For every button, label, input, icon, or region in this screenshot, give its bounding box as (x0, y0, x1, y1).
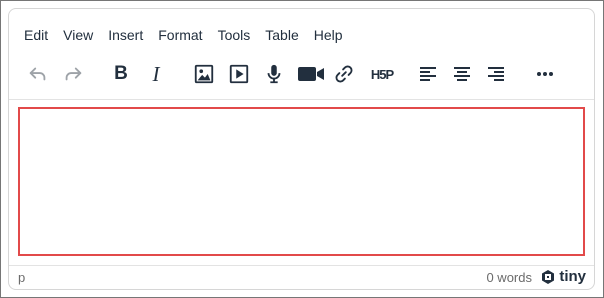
italic-button[interactable]: I (141, 59, 171, 89)
bold-icon: B (114, 63, 128, 84)
menu-view[interactable]: View (58, 27, 98, 43)
link-icon (335, 65, 353, 83)
image-icon (194, 64, 214, 84)
insert-image-button[interactable] (189, 59, 219, 89)
edit-area (9, 99, 594, 268)
menu-help[interactable]: Help (309, 27, 348, 43)
more-button[interactable] (530, 59, 560, 89)
insert-h5p-button[interactable]: H5P (365, 59, 399, 89)
tiny-brand-text: tiny (559, 268, 586, 285)
page-frame: Edit View Insert Format Tools Table Help (0, 0, 604, 298)
undo-button[interactable] (23, 59, 53, 89)
align-right-button[interactable] (481, 59, 511, 89)
align-left-button[interactable] (413, 59, 443, 89)
rich-text-editor: Edit View Insert Format Tools Table Help (8, 8, 595, 290)
menu-format[interactable]: Format (153, 27, 207, 43)
align-center-button[interactable] (447, 59, 477, 89)
italic-icon: I (152, 61, 160, 86)
statusbar: p 0 words tiny (9, 265, 594, 289)
undo-icon (29, 67, 46, 81)
tiny-logo-icon (542, 269, 555, 284)
align-right-icon (488, 67, 504, 81)
h5p-icon: H5P (370, 66, 394, 82)
toolbar: B I H5P (9, 59, 594, 91)
menu-tools[interactable]: Tools (213, 27, 256, 43)
microphone-icon (267, 64, 281, 84)
redo-button[interactable] (58, 59, 88, 89)
element-path[interactable]: p (18, 270, 25, 285)
record-video-button[interactable] (294, 59, 328, 89)
content-editable-area[interactable] (18, 107, 585, 256)
menubar: Edit View Insert Format Tools Table Help (19, 25, 353, 45)
record-audio-button[interactable] (259, 59, 289, 89)
word-count[interactable]: 0 words (486, 270, 532, 285)
insert-media-button[interactable] (224, 59, 254, 89)
bold-button[interactable]: B (106, 59, 136, 89)
align-left-icon (420, 67, 436, 81)
tiny-branding-link[interactable]: tiny (540, 268, 586, 285)
redo-icon (65, 67, 82, 81)
more-icon (537, 72, 553, 76)
align-center-icon (454, 67, 470, 81)
menu-table[interactable]: Table (260, 27, 303, 43)
menu-edit[interactable]: Edit (19, 27, 53, 43)
video-camera-icon (298, 67, 324, 81)
insert-link-button[interactable] (329, 59, 359, 89)
menu-insert[interactable]: Insert (103, 27, 148, 43)
media-play-icon (229, 64, 249, 84)
